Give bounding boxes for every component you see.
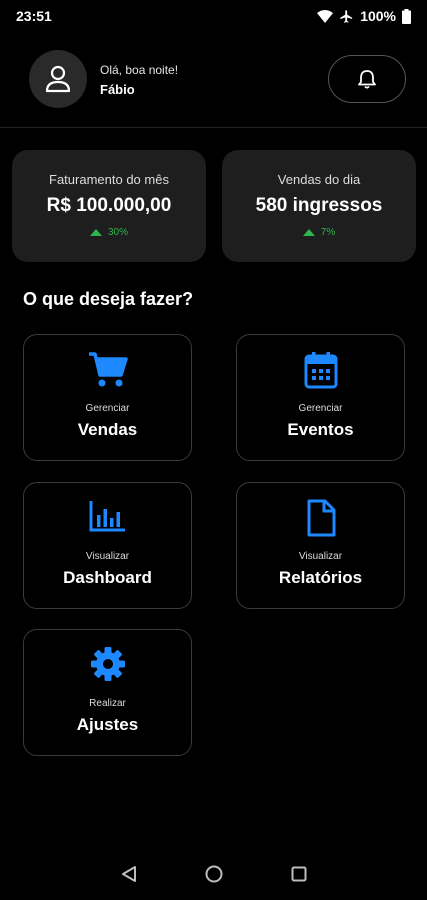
gear-icon [90, 647, 125, 681]
action-title: Relatórios [278, 568, 363, 587]
stat-value: 580 ingressos [255, 195, 383, 216]
section-title: O que deseja fazer? [23, 289, 194, 309]
stat-card-revenue: Faturamento do mês R$ 100.000,00 30% [12, 150, 206, 262]
action-subtitle: Realizar [89, 698, 126, 709]
stat-delta: 30% [12, 227, 206, 238]
action-card-dashboard[interactable]: Visualizar Dashboard [23, 482, 192, 609]
header: Olá, boa noite! Fábio [0, 48, 427, 110]
system-nav-bar [0, 852, 427, 896]
stat-delta-value: 30% [107, 227, 128, 238]
stat-delta: 7% [222, 227, 416, 238]
action-subtitle: Visualizar [85, 551, 130, 562]
action-title: Ajustes [76, 715, 139, 734]
back-icon[interactable] [121, 865, 137, 883]
action-title: Eventos [287, 420, 354, 439]
cart-icon [88, 352, 128, 387]
action-card-relatorios[interactable]: Visualizar Relatórios [236, 482, 405, 609]
avatar[interactable] [29, 50, 87, 108]
status-bar: 23:51 100% [0, 0, 427, 32]
user-name: Fábio [100, 82, 135, 97]
action-card-eventos[interactable]: Gerenciar Eventos [236, 334, 405, 461]
bar-chart-icon [89, 501, 125, 532]
stat-value: R$ 100.000,00 [46, 195, 172, 216]
wifi-icon [317, 9, 334, 23]
notifications-button[interactable] [328, 55, 406, 103]
document-icon [307, 499, 335, 537]
action-subtitle: Visualizar [298, 551, 343, 562]
battery-icon [402, 8, 411, 24]
calendar-icon [304, 352, 337, 389]
status-icons: 100% [317, 8, 411, 24]
stat-delta-value: 7% [320, 227, 336, 238]
stat-label: Vendas do dia [277, 172, 361, 187]
action-subtitle: Gerenciar [85, 403, 130, 414]
header-divider [0, 127, 427, 128]
user-icon [45, 65, 71, 93]
battery-percent: 100% [360, 8, 396, 24]
bell-icon [358, 70, 376, 89]
home-icon[interactable] [205, 865, 223, 883]
arrow-up-icon [89, 229, 102, 236]
status-time: 23:51 [16, 8, 52, 24]
stat-card-sales: Vendas do dia 580 ingressos 7% [222, 150, 416, 262]
airplane-icon [340, 9, 353, 23]
action-card-vendas[interactable]: Gerenciar Vendas [23, 334, 192, 461]
recents-icon[interactable] [291, 866, 307, 882]
action-title: Dashboard [63, 568, 152, 587]
stat-label: Faturamento do mês [49, 172, 169, 187]
action-card-ajustes[interactable]: Realizar Ajustes [23, 629, 192, 756]
greeting-text: Olá, boa noite! [100, 63, 179, 77]
action-subtitle: Gerenciar [298, 403, 343, 414]
action-title: Vendas [77, 420, 138, 439]
arrow-up-icon [302, 229, 315, 236]
